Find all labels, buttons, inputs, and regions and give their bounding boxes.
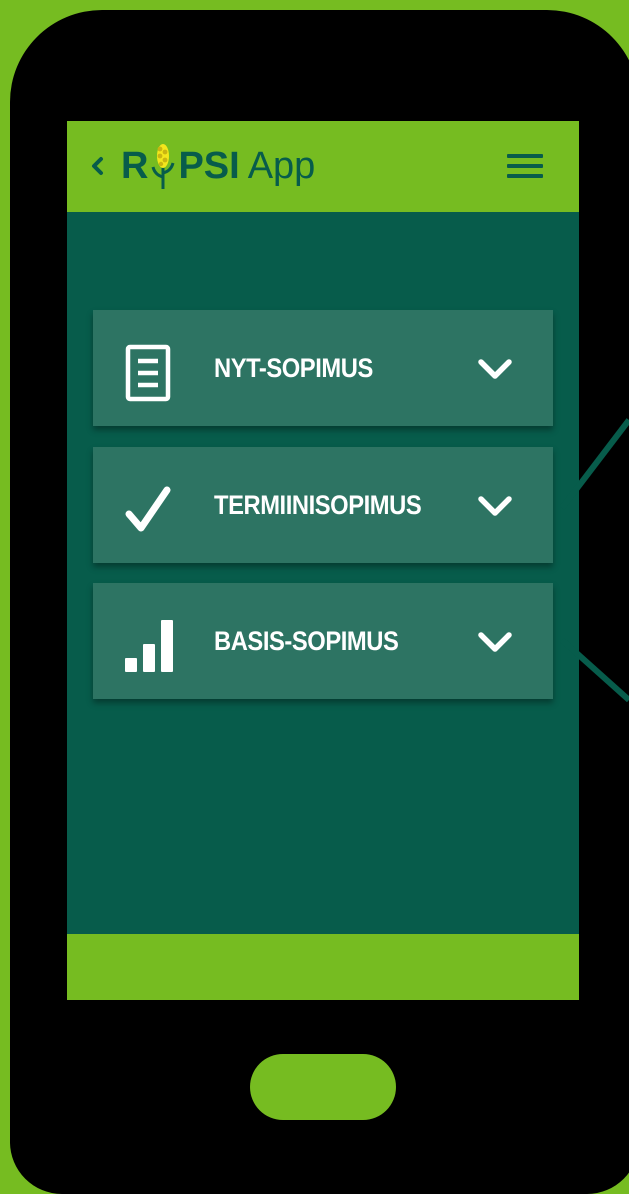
document-icon — [125, 344, 171, 402]
contract-card-nyt-sopimus[interactable]: NYT-SOPIMUS — [93, 310, 553, 426]
chevron-down-icon[interactable] — [475, 629, 515, 655]
contract-label: TERMIINISOPIMUS — [214, 490, 422, 520]
logo-text-app: App — [247, 144, 316, 187]
checkmark-icon — [125, 486, 171, 532]
contract-label: BASIS-SOPIMUS — [214, 626, 399, 656]
contract-label: NYT-SOPIMUS — [214, 353, 373, 383]
app-screen: R PSI App NYT-SOPIMUS TERMIINISOPIMUS BA… — [67, 121, 579, 1000]
logo-text-r: R — [121, 144, 149, 187]
chevron-left-icon[interactable] — [87, 149, 107, 183]
callout-connector-lines — [559, 418, 629, 703]
rapeseed-sprig-icon — [151, 144, 175, 189]
menu-line — [507, 154, 543, 158]
chevron-down-icon[interactable] — [475, 493, 515, 519]
logo-text-psi: PSI — [178, 144, 240, 187]
chevron-down-icon[interactable] — [475, 356, 515, 382]
contract-card-basis-sopimus[interactable]: BASIS-SOPIMUS — [93, 583, 553, 699]
app-footer-bar — [67, 934, 579, 1000]
menu-line — [507, 164, 543, 168]
home-button[interactable] — [250, 1054, 396, 1120]
hamburger-menu-icon[interactable] — [507, 154, 543, 178]
app-header: R PSI App — [67, 121, 579, 212]
contract-card-termiinisopimus[interactable]: TERMIINISOPIMUS — [93, 447, 553, 563]
bar-chart-icon — [125, 620, 173, 672]
menu-line — [507, 174, 543, 178]
app-logo: R PSI App — [121, 141, 315, 191]
